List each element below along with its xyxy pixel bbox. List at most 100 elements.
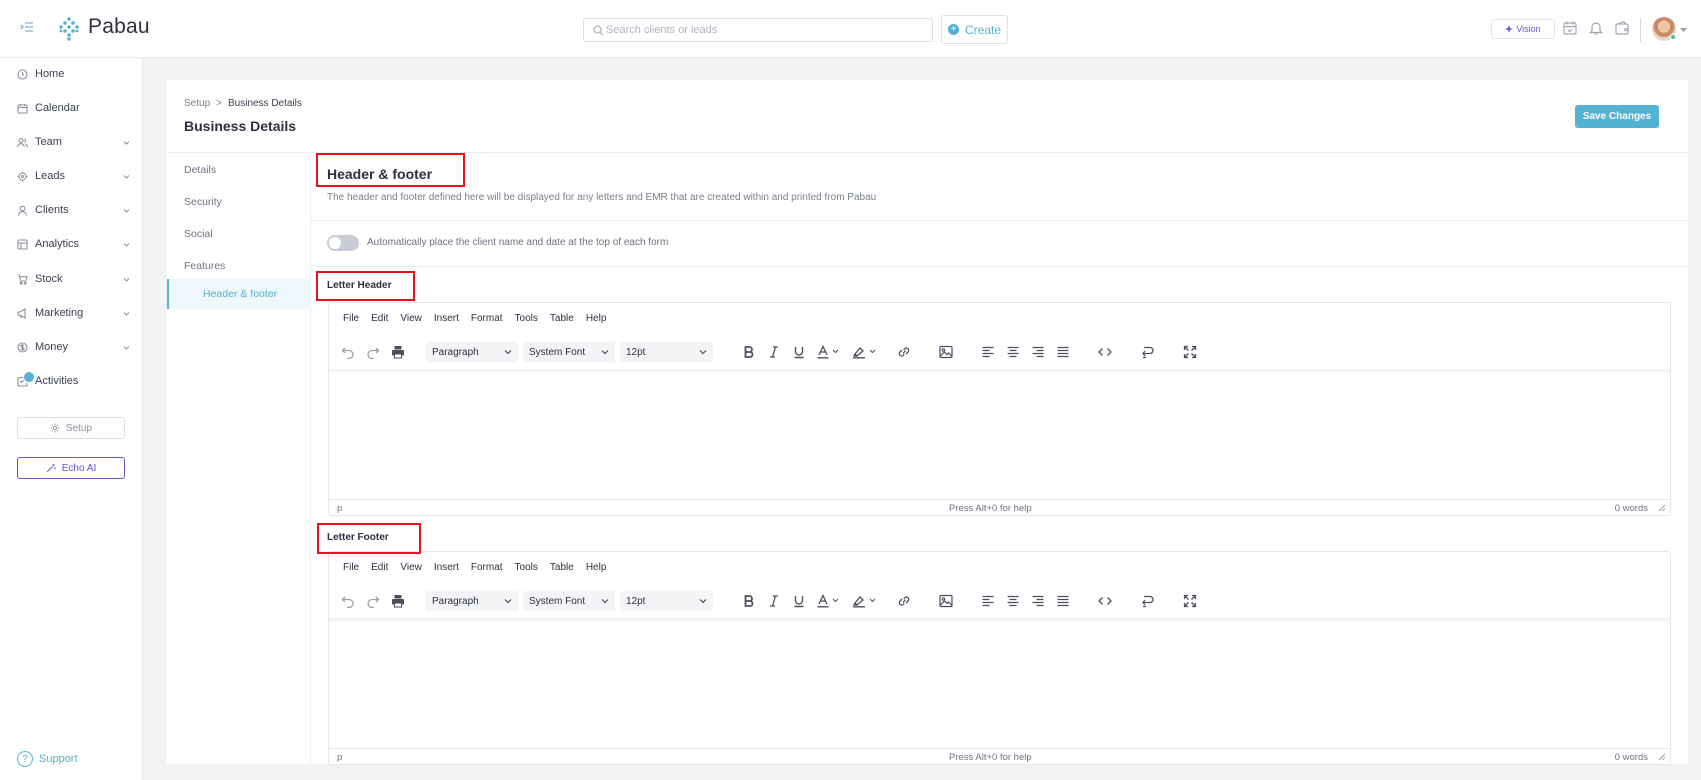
menu-view[interactable]: View <box>400 562 422 573</box>
sidebar-item-leads[interactable]: Leads <box>0 165 143 187</box>
menu-format[interactable]: Format <box>471 313 503 324</box>
element-path[interactable]: p <box>337 503 342 514</box>
sidebar-item-home[interactable]: Home <box>0 63 143 85</box>
element-path[interactable]: p <box>337 752 342 763</box>
align-justify-icon[interactable] <box>1056 345 1070 359</box>
sidebar-item-clients[interactable]: Clients <box>0 199 143 221</box>
setup-button[interactable]: Setup <box>17 417 125 439</box>
menu-file[interactable]: File <box>343 313 359 324</box>
menu-tools[interactable]: Tools <box>515 313 538 324</box>
redo-icon[interactable] <box>366 345 380 359</box>
text-color-icon[interactable] <box>817 594 841 608</box>
word-count[interactable]: 0 words <box>1615 752 1648 763</box>
italic-icon[interactable] <box>767 594 781 608</box>
italic-icon[interactable] <box>767 345 781 359</box>
menu-insert[interactable]: Insert <box>434 562 459 573</box>
align-right-icon[interactable] <box>1031 345 1045 359</box>
image-icon[interactable] <box>939 345 953 359</box>
sidebar-item-team[interactable]: Team <box>0 131 143 153</box>
fullscreen-icon[interactable] <box>1183 594 1197 608</box>
subnav-item-security[interactable]: Security <box>184 196 222 208</box>
menu-insert[interactable]: Insert <box>434 313 459 324</box>
vision-button[interactable]: Vision <box>1491 19 1555 39</box>
bold-icon[interactable] <box>742 345 756 359</box>
menu-tools[interactable]: Tools <box>515 562 538 573</box>
menu-view[interactable]: View <box>400 313 422 324</box>
sidebar-item-stock[interactable]: Stock <box>0 268 143 290</box>
wallet-icon[interactable] <box>1614 20 1630 36</box>
highlight-color-icon[interactable] <box>852 594 878 608</box>
align-justify-icon[interactable] <box>1056 594 1070 608</box>
resize-handle-icon[interactable] <box>1658 753 1666 761</box>
sidebar-item-analytics[interactable]: Analytics <box>0 233 143 255</box>
highlight-color-icon[interactable] <box>852 345 878 359</box>
breadcrumb-setup-link[interactable]: Setup <box>184 98 210 109</box>
subnav-item-social[interactable]: Social <box>184 228 213 240</box>
save-changes-button[interactable]: Save Changes <box>1575 105 1659 128</box>
chevron-down-icon[interactable] <box>1680 26 1687 33</box>
menu-table[interactable]: Table <box>550 313 574 324</box>
menu-format[interactable]: Format <box>471 562 503 573</box>
undo-icon[interactable] <box>341 345 355 359</box>
calendar-check-icon[interactable] <box>1562 20 1578 36</box>
user-icon <box>17 205 28 216</box>
sidebar-item-marketing[interactable]: Marketing <box>0 302 143 324</box>
underline-icon[interactable] <box>792 594 806 608</box>
source-code-icon[interactable] <box>1098 345 1112 359</box>
font-size-select[interactable]: 12pt <box>620 342 713 362</box>
chevron-down-icon <box>122 275 131 284</box>
subnav-item-features[interactable]: Features <box>184 260 225 272</box>
editor-content-area[interactable] <box>329 375 1670 493</box>
sidebar-item-money[interactable]: Money <box>0 336 143 358</box>
image-icon[interactable] <box>939 594 953 608</box>
font-family-select[interactable]: System Font <box>523 591 615 611</box>
menu-help[interactable]: Help <box>586 313 607 324</box>
menu-help[interactable]: Help <box>586 562 607 573</box>
menu-toggle-icon[interactable] <box>20 20 34 34</box>
sidebar-item-calendar[interactable]: Calendar <box>0 97 143 119</box>
print-icon[interactable] <box>391 345 405 359</box>
support-link[interactable]: ? Support <box>17 751 78 767</box>
menu-edit[interactable]: Edit <box>371 313 388 324</box>
text-direction-icon[interactable] <box>1140 594 1154 608</box>
undo-icon[interactable] <box>341 594 355 608</box>
align-center-icon[interactable] <box>1006 345 1020 359</box>
sidebar-item-label: Clients <box>35 204 69 216</box>
align-left-icon[interactable] <box>981 345 995 359</box>
menu-edit[interactable]: Edit <box>371 562 388 573</box>
text-direction-icon[interactable] <box>1140 345 1154 359</box>
block-format-select[interactable]: Paragraph <box>426 342 518 362</box>
align-center-icon[interactable] <box>1006 594 1020 608</box>
gear-icon <box>50 423 60 433</box>
sidebar-item-label: Money <box>35 341 69 353</box>
font-size-select[interactable]: 12pt <box>620 591 713 611</box>
word-count[interactable]: 0 words <box>1615 503 1648 514</box>
underline-icon[interactable] <box>792 345 806 359</box>
font-family-select[interactable]: System Font <box>523 342 615 362</box>
link-icon[interactable] <box>897 594 911 608</box>
print-icon[interactable] <box>391 594 405 608</box>
search-input[interactable] <box>606 21 926 39</box>
echo-ai-button[interactable]: Echo AI <box>17 457 125 479</box>
redo-icon[interactable] <box>366 594 380 608</box>
text-color-icon[interactable] <box>817 345 841 359</box>
bell-icon[interactable] <box>1588 20 1604 36</box>
create-button[interactable]: + Create <box>941 15 1008 44</box>
subnav-item-details[interactable]: Details <box>184 164 216 176</box>
resize-handle-icon[interactable] <box>1658 504 1666 512</box>
block-format-select[interactable]: Paragraph <box>426 591 518 611</box>
search-bar[interactable] <box>583 18 933 42</box>
editor-content-area[interactable] <box>329 624 1670 742</box>
menu-file[interactable]: File <box>343 562 359 573</box>
align-right-icon[interactable] <box>1031 594 1045 608</box>
link-icon[interactable] <box>897 345 911 359</box>
align-left-icon[interactable] <box>981 594 995 608</box>
bold-icon[interactable] <box>742 594 756 608</box>
menu-table[interactable]: Table <box>550 562 574 573</box>
sidebar-item-activities[interactable]: Activities <box>0 370 143 392</box>
source-code-icon[interactable] <box>1098 594 1112 608</box>
auto-place-toggle[interactable] <box>327 235 359 251</box>
fullscreen-icon[interactable] <box>1183 345 1197 359</box>
subnav-item-header-footer[interactable]: Header & footer <box>167 279 311 309</box>
pabau-logo-icon[interactable] <box>56 16 82 42</box>
